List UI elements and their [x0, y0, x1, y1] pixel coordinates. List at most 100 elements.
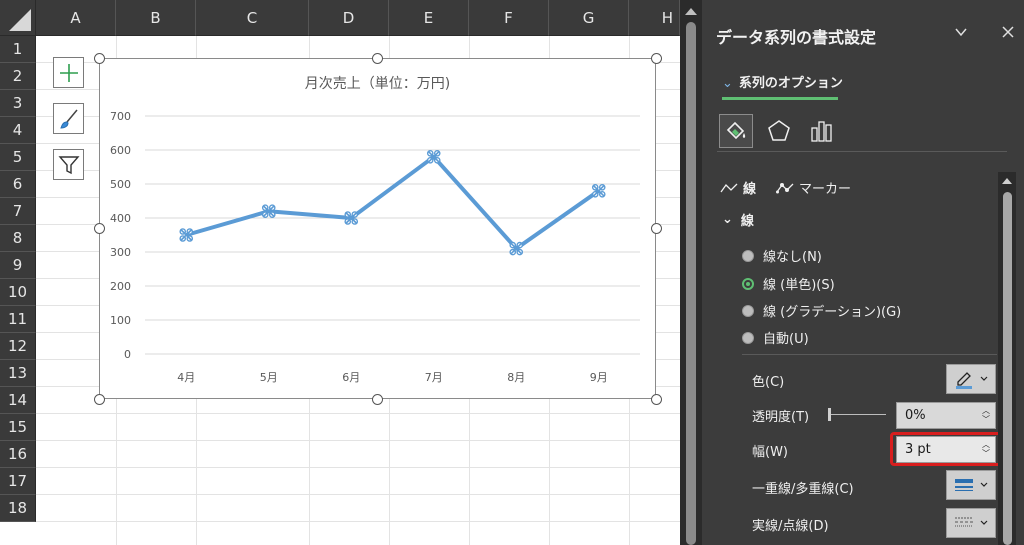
x-tick-label: 9月	[590, 371, 608, 384]
grid-line	[36, 440, 680, 441]
paint-bucket-icon	[726, 121, 746, 140]
outline-color-button[interactable]	[946, 364, 996, 394]
row-header-6[interactable]: 6	[0, 171, 36, 198]
section-line-header[interactable]: ⌄ 線	[722, 210, 754, 229]
scrollbar-thumb[interactable]	[1003, 192, 1012, 545]
effects-button[interactable]	[762, 114, 796, 148]
line-marker-subtabs: 線 マーカー	[720, 178, 851, 197]
resize-handle-top[interactable]	[372, 53, 383, 64]
grid-line	[36, 521, 680, 522]
pane-vertical-scrollbar[interactable]	[998, 172, 1016, 545]
row-header-11[interactable]: 11	[0, 306, 36, 333]
y-tick-label: 500	[110, 178, 131, 191]
line-chart[interactable]: 月次売上（単位：万円) 0 100 200 300 400 500 600 700 4月 5月 6月…	[99, 58, 656, 399]
row-header-7[interactable]: 7	[0, 198, 36, 225]
series-options-button[interactable]	[805, 114, 839, 148]
width-input-highlight	[890, 432, 1002, 466]
series-line[interactable]	[185, 154, 600, 251]
spinner-arrows-icon[interactable]: ︿ ﹀	[982, 406, 990, 424]
radio-gradient-line[interactable]: 線 (グラデーション)(G)	[742, 301, 901, 320]
spreadsheet[interactable]: A B C D E F G H 1 2 3 4 5 6 7 8 9 10 11 …	[0, 0, 680, 545]
subtab-marker[interactable]: マーカー	[776, 178, 851, 197]
row-header-4[interactable]: 4	[0, 117, 36, 144]
row-header-17[interactable]: 17	[0, 468, 36, 495]
chart-filters-button[interactable]	[53, 149, 84, 180]
chevron-down-icon[interactable]	[954, 25, 968, 39]
x-tick-label: 5月	[260, 371, 278, 384]
close-icon[interactable]	[1001, 25, 1015, 39]
select-all-corner[interactable]	[0, 0, 36, 36]
transparency-input[interactable]: 0% ︿ ﹀	[896, 402, 996, 429]
chart-plot-area[interactable]: 0 100 200 300 400 500 600 700 4月 5月 6月 7月 8月 9月	[100, 59, 657, 400]
x-tick-label: 8月	[507, 371, 525, 384]
transparency-slider-thumb[interactable]	[828, 408, 831, 421]
dash-type-label: 実線/点線(D)	[752, 519, 829, 534]
resize-handle-bottom-left[interactable]	[94, 394, 105, 405]
divider	[717, 151, 1007, 152]
radio-button[interactable]	[742, 249, 754, 262]
row-header-5[interactable]: 5	[0, 144, 36, 171]
column-header-h[interactable]: H	[629, 0, 680, 36]
column-header-d[interactable]: D	[309, 0, 389, 36]
sheet-vertical-scrollbar[interactable]	[680, 0, 702, 545]
scroll-up-arrow-icon[interactable]	[1002, 178, 1012, 184]
fill-line-button[interactable]	[719, 114, 753, 148]
chevron-down-icon: ⌄	[722, 212, 733, 227]
subtab-line[interactable]: 線	[720, 178, 756, 197]
chart-styles-button[interactable]	[53, 103, 84, 134]
y-tick-label: 600	[110, 144, 131, 157]
row-header-9[interactable]: 9	[0, 252, 36, 279]
tab-series-options[interactable]: ⌄ 系列のオプション	[722, 72, 843, 91]
dash-lines-icon	[955, 517, 973, 527]
column-header-g[interactable]: G	[549, 0, 629, 36]
column-header-c[interactable]: C	[196, 0, 309, 36]
radio-button[interactable]	[742, 331, 754, 344]
data-point-marker[interactable]	[591, 184, 606, 198]
line-icon	[720, 183, 738, 192]
chart-elements-button[interactable]	[53, 57, 84, 88]
data-point-marker[interactable]	[509, 241, 524, 256]
resize-handle-bottom[interactable]	[372, 394, 383, 405]
transparency-slider-track[interactable]	[828, 414, 886, 415]
row-header-14[interactable]: 14	[0, 387, 36, 414]
radio-solid-line[interactable]: 線 (単色)(S)	[742, 274, 835, 293]
row-header-15[interactable]: 15	[0, 414, 36, 441]
resize-handle-left[interactable]	[94, 223, 105, 234]
scroll-up-arrow-icon[interactable]	[685, 8, 697, 15]
radio-no-line-label: 線なし(N)	[763, 250, 822, 265]
row-header-8[interactable]: 8	[0, 225, 36, 252]
column-header-b[interactable]: B	[116, 0, 196, 36]
grid-line	[36, 494, 680, 495]
row-header-1[interactable]: 1	[0, 36, 36, 63]
row-header-2[interactable]: 2	[0, 63, 36, 90]
y-tick-label: 700	[110, 110, 131, 123]
radio-automatic[interactable]: 自動(U)	[742, 328, 809, 347]
dash-type-button[interactable]	[946, 508, 996, 538]
format-data-series-pane: データ系列の書式設定 ⌄ 系列のオプション 線 マーカー ⌄ 線 線なし(N) …	[702, 0, 1024, 545]
row-header-12[interactable]: 12	[0, 333, 36, 360]
column-header-e[interactable]: E	[389, 0, 469, 36]
resize-handle-bottom-right[interactable]	[651, 394, 662, 405]
radio-button-selected[interactable]	[742, 277, 754, 290]
row-header-18[interactable]: 18	[0, 495, 36, 522]
y-tick-label: 300	[110, 246, 131, 259]
compound-type-button[interactable]	[946, 470, 996, 500]
column-header-a[interactable]: A	[36, 0, 116, 36]
funnel-icon	[57, 155, 80, 174]
column-header-f[interactable]: F	[469, 0, 549, 36]
resize-handle-right[interactable]	[651, 223, 662, 234]
y-tick-label: 100	[110, 314, 131, 327]
resize-handle-top-left[interactable]	[94, 53, 105, 64]
resize-handle-top-right[interactable]	[651, 53, 662, 64]
row-header-13[interactable]: 13	[0, 360, 36, 387]
radio-no-line[interactable]: 線なし(N)	[742, 246, 822, 265]
chevron-down-icon: ⌄	[722, 76, 733, 91]
chevron-down-icon	[980, 482, 988, 487]
scrollbar-thumb[interactable]	[686, 22, 696, 545]
data-point-marker[interactable]	[426, 150, 441, 164]
row-header-10[interactable]: 10	[0, 279, 36, 306]
marker-icon	[776, 182, 794, 193]
row-header-3[interactable]: 3	[0, 90, 36, 117]
radio-button[interactable]	[742, 304, 754, 317]
row-header-16[interactable]: 16	[0, 441, 36, 468]
